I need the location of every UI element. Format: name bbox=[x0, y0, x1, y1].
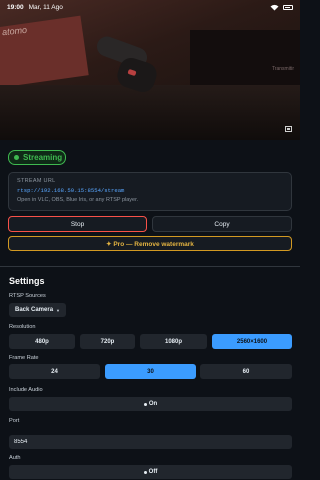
preview-box-text: Transmitir bbox=[271, 66, 294, 72]
status-time: 19:00 bbox=[7, 3, 24, 11]
resolution-option-2560x1600[interactable]: 2560×1600 bbox=[212, 334, 292, 349]
battery-icon bbox=[283, 4, 293, 10]
auth-toggle[interactable]: Off bbox=[9, 465, 292, 479]
settings-title: Settings bbox=[9, 276, 45, 286]
include-audio-toggle[interactable]: On bbox=[9, 397, 292, 411]
status-badge-label: Streaming bbox=[23, 153, 63, 162]
status-bar: 19:00 Mar, 11 Ago bbox=[0, 0, 300, 14]
frame-rate-option-30[interactable]: 30 bbox=[105, 364, 196, 379]
frame-rate-option-60[interactable]: 60 bbox=[200, 364, 292, 379]
toggle-dot-icon bbox=[143, 470, 147, 474]
stream-url[interactable]: rtsp://192.168.50.15:8554/stream bbox=[17, 187, 283, 194]
stream-url-label: STREAM URL bbox=[17, 178, 56, 184]
rtsp-source-value: Back Camera bbox=[15, 307, 54, 313]
port-label: Port bbox=[9, 418, 20, 424]
camera-preview[interactable]: atomo Transmitir bbox=[0, 0, 300, 140]
pro-upgrade-button[interactable]: ✦ Pro — Remove watermark bbox=[8, 236, 292, 251]
resolution-option-480p[interactable]: 480p bbox=[9, 334, 75, 349]
include-audio-value: On bbox=[148, 401, 158, 407]
copy-button[interactable]: Copy bbox=[152, 216, 292, 232]
stream-url-hint: Open in VLC, OBS, Blue Iris, or any RTSP… bbox=[17, 197, 139, 203]
rtsp-sources-label: RTSP Sources bbox=[9, 293, 46, 299]
frame-rate-label: Frame Rate bbox=[9, 355, 39, 361]
frame-rate-option-24[interactable]: 24 bbox=[9, 364, 100, 379]
resolution-option-720p[interactable]: 720p bbox=[80, 334, 135, 349]
resolution-label: Resolution bbox=[9, 324, 36, 330]
preview-object bbox=[190, 30, 300, 85]
include-audio-label: Include Audio bbox=[9, 387, 43, 393]
fullscreen-icon[interactable] bbox=[285, 126, 292, 132]
status-badge: Streaming bbox=[8, 150, 66, 165]
auth-label: Auth bbox=[9, 455, 21, 461]
wifi-icon bbox=[270, 4, 279, 10]
rtsp-source-select[interactable]: Back Camera ▼ bbox=[9, 303, 66, 317]
toggle-dot-icon bbox=[143, 402, 147, 406]
divider bbox=[0, 266, 300, 267]
preview-object bbox=[0, 85, 300, 140]
resolution-option-1080p[interactable]: 1080p bbox=[140, 334, 207, 349]
port-input[interactable] bbox=[9, 435, 292, 449]
stop-button[interactable]: Stop bbox=[8, 216, 147, 232]
chevron-down-icon: ▼ bbox=[56, 307, 60, 313]
status-date: Mar, 11 Ago bbox=[28, 3, 63, 11]
auth-value: Off bbox=[148, 469, 158, 475]
status-dot-icon bbox=[14, 155, 19, 160]
stream-url-card: STREAM URL rtsp://192.168.50.15:8554/str… bbox=[8, 172, 292, 211]
